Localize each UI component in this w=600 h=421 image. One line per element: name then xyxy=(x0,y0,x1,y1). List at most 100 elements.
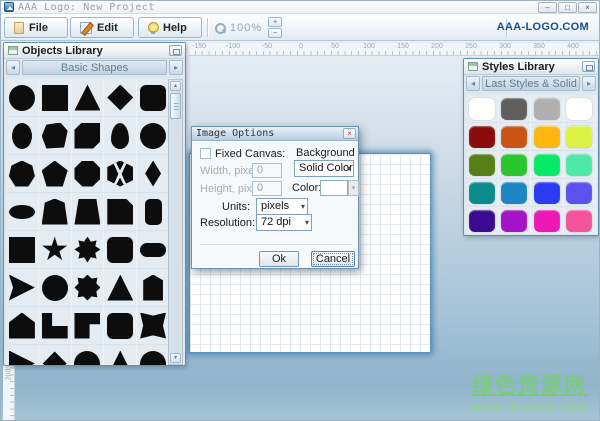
objects-library-header[interactable]: Objects Library xyxy=(4,43,185,59)
shape-item-pill[interactable] xyxy=(137,231,170,269)
ok-button[interactable]: Ok xyxy=(259,251,299,267)
style-swatch-4fe8a7[interactable] xyxy=(564,151,597,179)
shapes-grid xyxy=(6,79,170,365)
style-swatch-0b8b8b[interactable] xyxy=(466,179,499,207)
style-swatch-3a0b91[interactable] xyxy=(466,207,499,235)
cancel-button[interactable]: Cancel xyxy=(311,251,355,267)
style-swatch-5f5f5f[interactable] xyxy=(499,95,532,123)
shape-item-blob[interactable] xyxy=(39,117,72,155)
shape-item-shield[interactable] xyxy=(137,269,170,307)
style-swatch-a513c6[interactable] xyxy=(499,207,532,235)
styles-minimize-button[interactable] xyxy=(582,61,595,72)
ruler-label: -50 xyxy=(262,43,272,50)
style-swatch-567f17[interactable] xyxy=(466,151,499,179)
close-button[interactable]: × xyxy=(578,2,597,13)
shape-item-diamond[interactable] xyxy=(104,79,137,117)
shape-item-star-5[interactable] xyxy=(39,231,72,269)
shape-item-heptagon[interactable] xyxy=(6,155,39,193)
brand-link[interactable]: AAA-LOGO.COM xyxy=(497,14,589,41)
shape-item-wide-ellipse[interactable] xyxy=(6,193,39,231)
shape-item-circle[interactable] xyxy=(6,79,39,117)
dialog-close-icon[interactable]: × xyxy=(343,128,356,139)
styles-category-selector[interactable]: Last Styles & Solid xyxy=(482,76,580,91)
shape-item-egg[interactable] xyxy=(104,117,137,155)
zoom-out-button[interactable]: − xyxy=(268,28,282,38)
shape-item-pentagon[interactable] xyxy=(39,155,72,193)
shape-item-house-pentagon[interactable] xyxy=(6,307,39,345)
objects-minimize-button[interactable] xyxy=(169,45,182,56)
shape-item-scalloped-circle[interactable] xyxy=(39,269,72,307)
objects-next-category-button[interactable]: ▸ xyxy=(169,60,183,75)
objects-scrollbar[interactable]: ▴ ▾ xyxy=(168,79,183,365)
objects-prev-category-button[interactable]: ◂ xyxy=(6,60,20,75)
help-button[interactable]: Help xyxy=(138,17,202,38)
styles-library-header[interactable]: Styles Library xyxy=(464,59,598,75)
shape-item-cube[interactable] xyxy=(104,155,137,193)
maximize-button[interactable]: □ xyxy=(558,2,577,13)
shape-item-square[interactable] xyxy=(39,79,72,117)
style-swatch-f4549b[interactable] xyxy=(564,207,597,235)
shape-item-ellipse[interactable] xyxy=(6,117,39,155)
styles-next-category-button[interactable]: ▸ xyxy=(582,76,596,91)
dialog-title[interactable]: Image Options xyxy=(192,127,358,141)
shape-item-pie[interactable] xyxy=(6,269,39,307)
style-swatch-ffffff[interactable] xyxy=(564,95,597,123)
style-swatch-5b52ee[interactable] xyxy=(564,179,597,207)
shape-item-notched-circle[interactable] xyxy=(137,345,170,365)
shape-item-rounded-square2[interactable] xyxy=(104,231,137,269)
style-swatch-8b0c0c[interactable] xyxy=(466,123,499,151)
scrollbar-thumb[interactable] xyxy=(170,93,181,119)
shape-item-triangle[interactable] xyxy=(72,79,105,117)
resolution-select[interactable]: 72 dpi ▾ xyxy=(256,214,312,231)
minimize-button[interactable]: – xyxy=(538,2,557,13)
scroll-up-button[interactable]: ▴ xyxy=(170,81,181,91)
objects-category-selector[interactable]: Basic Shapes xyxy=(22,60,167,75)
style-swatch-2a3bf2[interactable] xyxy=(531,179,564,207)
shape-item-rounded-triangle[interactable] xyxy=(104,269,137,307)
shape-item-star-8[interactable] xyxy=(72,231,105,269)
shape-item-play-triangle[interactable] xyxy=(6,345,39,365)
shape-item-square[interactable] xyxy=(6,231,39,269)
shape-item-rounded-diamond[interactable] xyxy=(39,345,72,365)
fixed-canvas-checkbox[interactable] xyxy=(200,148,211,159)
style-swatch-ffb70f[interactable] xyxy=(531,123,564,151)
height-input[interactable]: 0 xyxy=(252,181,282,196)
style-swatch-b0b0b0[interactable] xyxy=(531,95,564,123)
panel-icon xyxy=(468,62,478,71)
style-swatch-06e967[interactable] xyxy=(531,151,564,179)
shape-item-badge-star[interactable] xyxy=(72,269,105,307)
shape-item-rounded-square3[interactable] xyxy=(104,307,137,345)
width-input[interactable]: 0 xyxy=(252,163,282,178)
shape-item-tall-rounded-rect[interactable] xyxy=(137,193,170,231)
scroll-down-button[interactable]: ▾ xyxy=(170,353,181,363)
shape-item-cut-corner-square[interactable] xyxy=(104,193,137,231)
style-swatch-0a0a0a[interactable] xyxy=(466,95,499,123)
shape-item-octagon[interactable] xyxy=(72,155,105,193)
styles-prev-category-button[interactable]: ◂ xyxy=(466,76,480,91)
shape-item-concave-square[interactable] xyxy=(137,307,170,345)
style-swatch-c85514[interactable] xyxy=(499,123,532,151)
zoom-in-button[interactable]: + xyxy=(268,17,282,27)
shape-item-rounded-square[interactable] xyxy=(137,79,170,117)
style-swatch-2bc52f[interactable] xyxy=(499,151,532,179)
style-swatch-1d85c2[interactable] xyxy=(499,179,532,207)
shape-item-thin-diamond[interactable] xyxy=(137,155,170,193)
color-swatch xyxy=(534,98,560,120)
color-swatch[interactable] xyxy=(320,180,348,196)
color-dropdown-arrow[interactable]: ▾ xyxy=(348,180,359,196)
shape-item-flag-shape[interactable] xyxy=(72,307,105,345)
background-select[interactable]: Solid Color ▾ xyxy=(294,160,354,177)
shape-item-cut-hexagon[interactable] xyxy=(72,117,105,155)
style-swatch-ee18b9[interactable] xyxy=(531,207,564,235)
shape-item-arch[interactable] xyxy=(39,193,72,231)
edit-button[interactable]: Edit xyxy=(70,17,134,38)
units-select[interactable]: pixels ▾ xyxy=(256,198,308,215)
style-swatch-daf243[interactable] xyxy=(564,123,597,151)
toolbar-separator xyxy=(207,18,208,37)
shape-item-round-blob[interactable] xyxy=(137,117,170,155)
shape-item-blob-circle[interactable] xyxy=(72,345,105,365)
file-button[interactable]: File xyxy=(4,17,68,38)
shape-item-l-shape[interactable] xyxy=(39,307,72,345)
shape-item-soft-triangle[interactable] xyxy=(104,345,137,365)
shape-item-trapezoid[interactable] xyxy=(72,193,105,231)
